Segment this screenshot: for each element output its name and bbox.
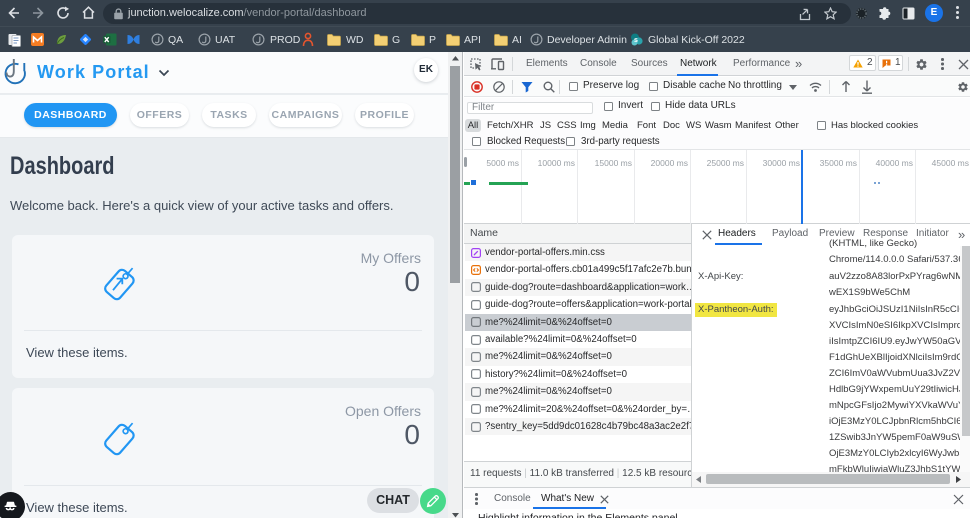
svg-text:s: s [634, 37, 638, 44]
